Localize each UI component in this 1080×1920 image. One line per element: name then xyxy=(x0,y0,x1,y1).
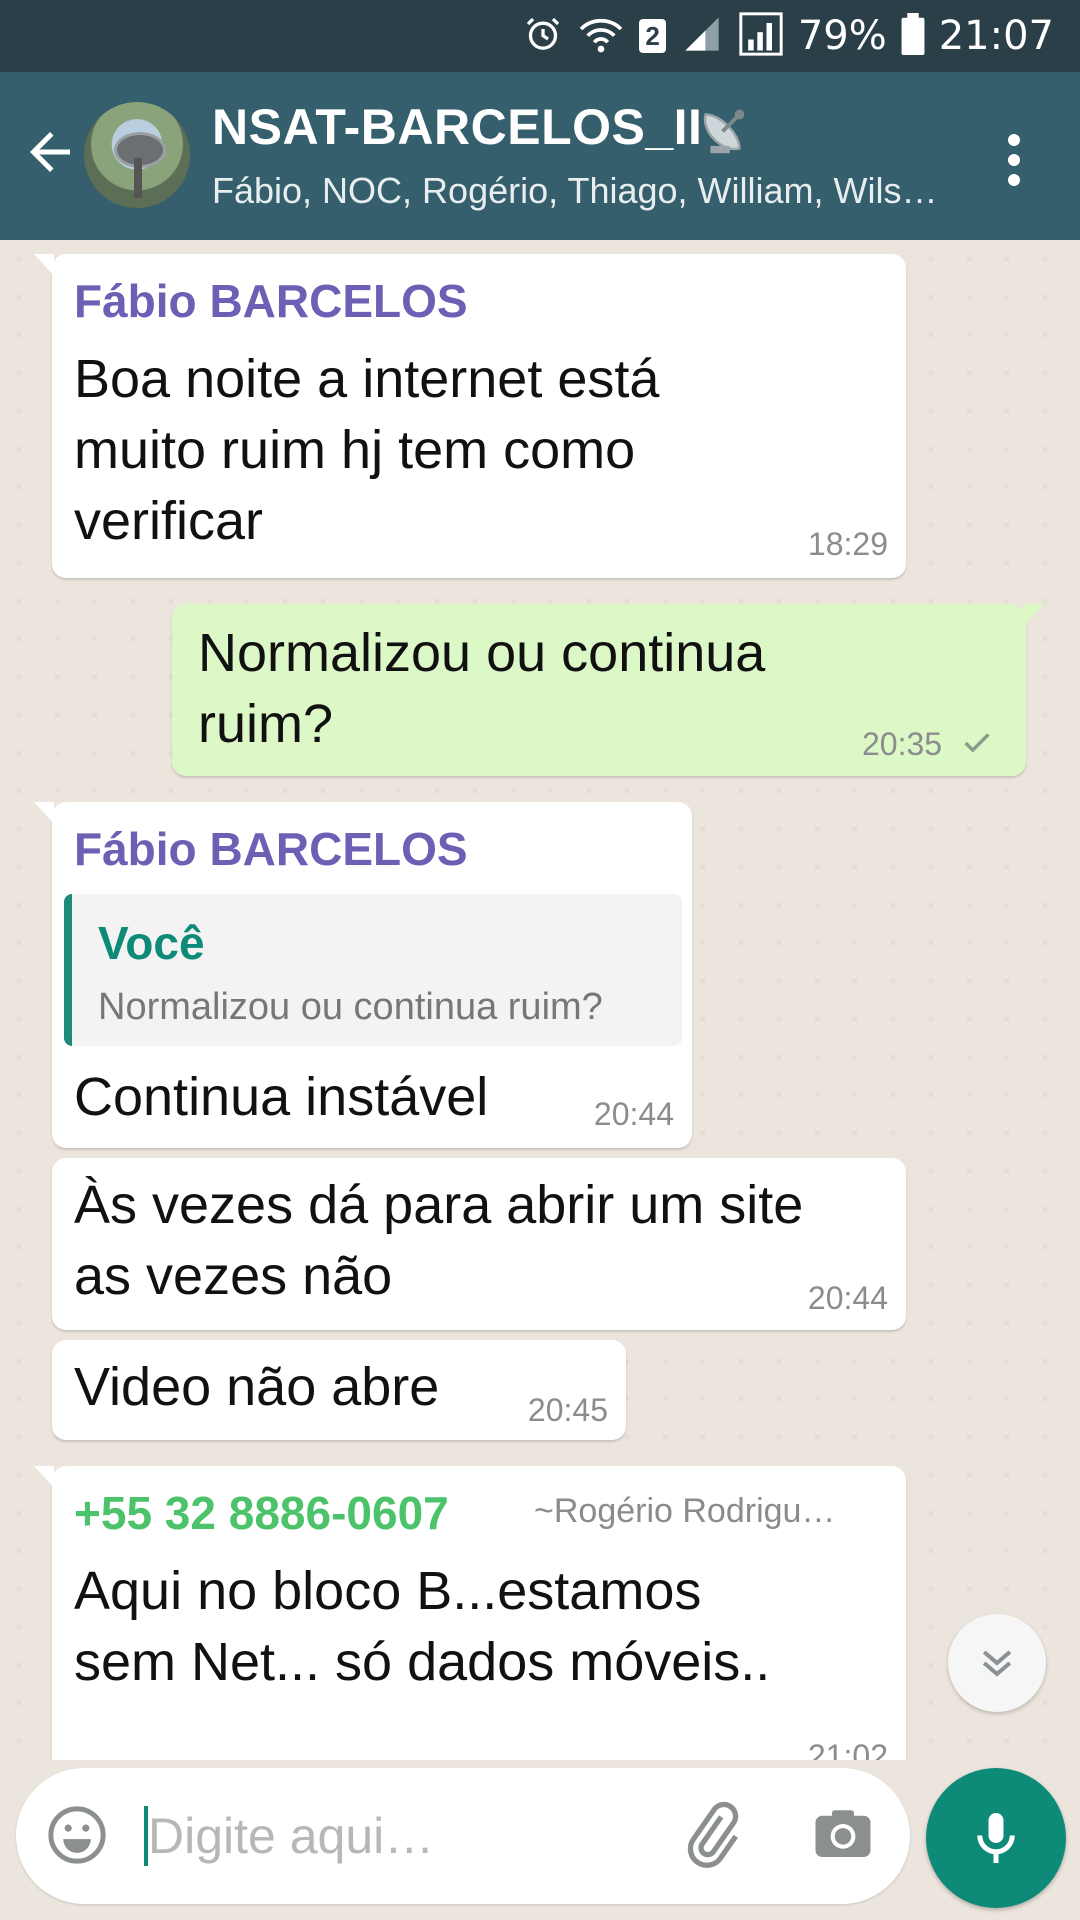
more-options-button[interactable] xyxy=(996,130,1032,190)
bubble-tail xyxy=(34,802,54,824)
battery-icon xyxy=(901,12,925,60)
message-text: Continua instável xyxy=(74,1067,489,1127)
bubble-tail xyxy=(34,1466,54,1488)
message-text: Boa noite a internet está muito ruim hj … xyxy=(74,349,660,551)
compose-bar xyxy=(0,1760,1080,1920)
microphone-icon xyxy=(977,1813,1015,1863)
message-time: 20:44 xyxy=(807,1280,888,1316)
message-time: 20:35 xyxy=(862,726,943,762)
message-text: Video não abre xyxy=(74,1357,440,1417)
smiley-icon xyxy=(48,1806,106,1864)
single-check-icon xyxy=(964,733,990,753)
message-time: 21:02 xyxy=(807,1738,888,1760)
message-list[interactable]: Fábio BARCELOS Boa noite a internet está… xyxy=(0,240,1080,1760)
message-bubble-incoming[interactable]: Às vezes dá para abrir um site as vezes … xyxy=(52,1158,906,1330)
message-bubble-incoming[interactable]: Video não abre 20:45 xyxy=(52,1340,626,1440)
menu-dot-icon xyxy=(1008,134,1020,146)
menu-dot-icon xyxy=(1008,174,1020,186)
message-text: Aqui no bloco B...estamos sem Net... só … xyxy=(74,1561,771,1692)
camera-button[interactable] xyxy=(810,1802,876,1868)
voice-record-button[interactable] xyxy=(926,1768,1066,1908)
quoted-text: Normalizou ou continua ruim? xyxy=(98,986,603,1028)
message-bubble-incoming[interactable]: +55 32 8886-0607 ~Rogério Rodrigu… Aqui … xyxy=(34,1466,906,1760)
double-chevron-down-icon xyxy=(982,1650,1012,1677)
camera-icon xyxy=(815,1810,871,1857)
chat-title[interactable]: NSAT-BARCELOS_II xyxy=(212,98,702,156)
chat-header: NSAT-BARCELOS_II Fábio, NOC, Rogério, Th… xyxy=(0,72,1080,240)
message-text: Normalizou ou continua ruim? xyxy=(198,623,766,754)
group-avatar[interactable] xyxy=(84,102,190,208)
attach-button[interactable] xyxy=(676,1800,746,1870)
status-time: 21:07 xyxy=(938,13,1054,59)
chat-participants[interactable]: Fábio, NOC, Rogério, Thiago, William, Wi… xyxy=(212,170,938,212)
satellite-dish-icon xyxy=(696,100,754,158)
message-sender[interactable]: Fábio BARCELOS xyxy=(74,274,468,328)
message-sender-alias: ~Rogério Rodrigu… xyxy=(534,1492,836,1530)
bubble-tail xyxy=(1024,604,1044,626)
menu-dot-icon xyxy=(1008,154,1020,166)
quoted-author: Você xyxy=(98,917,205,969)
paperclip-icon xyxy=(687,1801,739,1868)
message-bubble-outgoing[interactable]: Normalizou ou continua ruim? 20:35 xyxy=(172,604,1044,776)
message-input[interactable] xyxy=(148,1798,568,1874)
sim-2-badge-icon: 2 xyxy=(639,19,666,53)
quoted-message[interactable]: Você Normalizou ou continua ruim? xyxy=(64,894,682,1046)
emoji-button[interactable] xyxy=(44,1802,110,1868)
message-bubble-incoming[interactable]: Fábio BARCELOS Você Normalizou ou contin… xyxy=(34,802,692,1148)
compose-field-container[interactable] xyxy=(16,1768,910,1904)
message-sender-phone[interactable]: +55 32 8886-0607 xyxy=(74,1486,449,1540)
signal-bars-icon xyxy=(738,11,784,61)
alarm-icon xyxy=(523,14,563,59)
status-bar: 2 79% 21:07 xyxy=(0,0,1080,72)
message-time: 20:44 xyxy=(593,1096,674,1132)
signal-icon xyxy=(680,14,724,59)
back-button[interactable] xyxy=(20,122,80,182)
message-text: Às vezes dá para abrir um site as vezes … xyxy=(74,1175,804,1306)
wifi-icon xyxy=(577,14,625,59)
message-bubble-incoming[interactable]: Fábio BARCELOS Boa noite a internet está… xyxy=(34,254,906,578)
message-time: 18:29 xyxy=(807,526,888,562)
message-sender[interactable]: Fábio BARCELOS xyxy=(74,822,468,876)
battery-percent: 79% xyxy=(797,13,887,59)
bubble-tail xyxy=(34,254,54,276)
sim-badge-label: 2 xyxy=(645,21,660,51)
message-time: 20:45 xyxy=(527,1392,608,1428)
arrow-left-icon xyxy=(30,132,70,172)
scroll-to-bottom-button[interactable] xyxy=(948,1614,1046,1712)
